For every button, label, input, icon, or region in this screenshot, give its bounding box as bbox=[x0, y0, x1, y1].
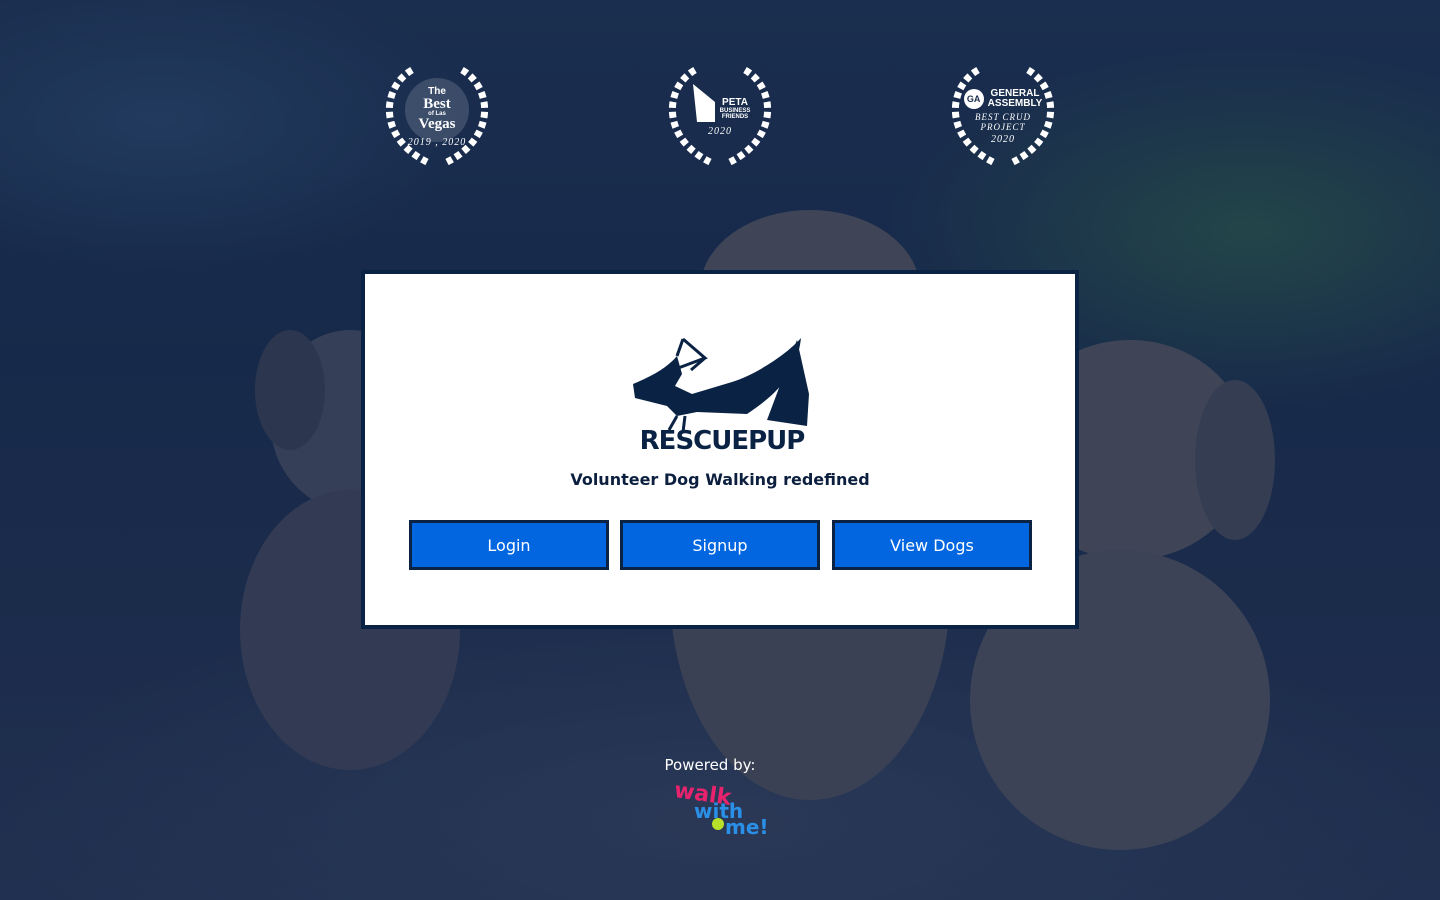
login-button[interactable]: Login bbox=[409, 520, 609, 570]
brand-name: RESCUEPUP bbox=[639, 426, 806, 456]
tennis-ball-icon bbox=[712, 818, 724, 830]
welcome-card: RESCUEPUP Volunteer Dog Walking redefine… bbox=[361, 270, 1079, 629]
rescuepup-logo: RESCUEPUP bbox=[627, 334, 817, 459]
awards-row: The Best of Las Vegas 2019 , 2020 PETA B… bbox=[0, 62, 1440, 172]
powered-by-label: Powered by: bbox=[664, 756, 756, 774]
tagline: Volunteer Dog Walking redefined bbox=[570, 470, 870, 489]
award-peta-business-friends: PETA BUSINESS FRIENDS 2020 bbox=[655, 62, 785, 172]
award-best-of-las-vegas: The Best of Las Vegas 2019 , 2020 bbox=[372, 62, 502, 172]
award-general-assembly: GA GENERAL ASSEMBLY BEST CRUD PROJECT 20… bbox=[938, 62, 1068, 172]
walk-with-me-logo[interactable]: walk with me! bbox=[672, 778, 772, 844]
signup-button[interactable]: Signup bbox=[620, 520, 820, 570]
view-dogs-button[interactable]: View Dogs bbox=[832, 520, 1032, 570]
